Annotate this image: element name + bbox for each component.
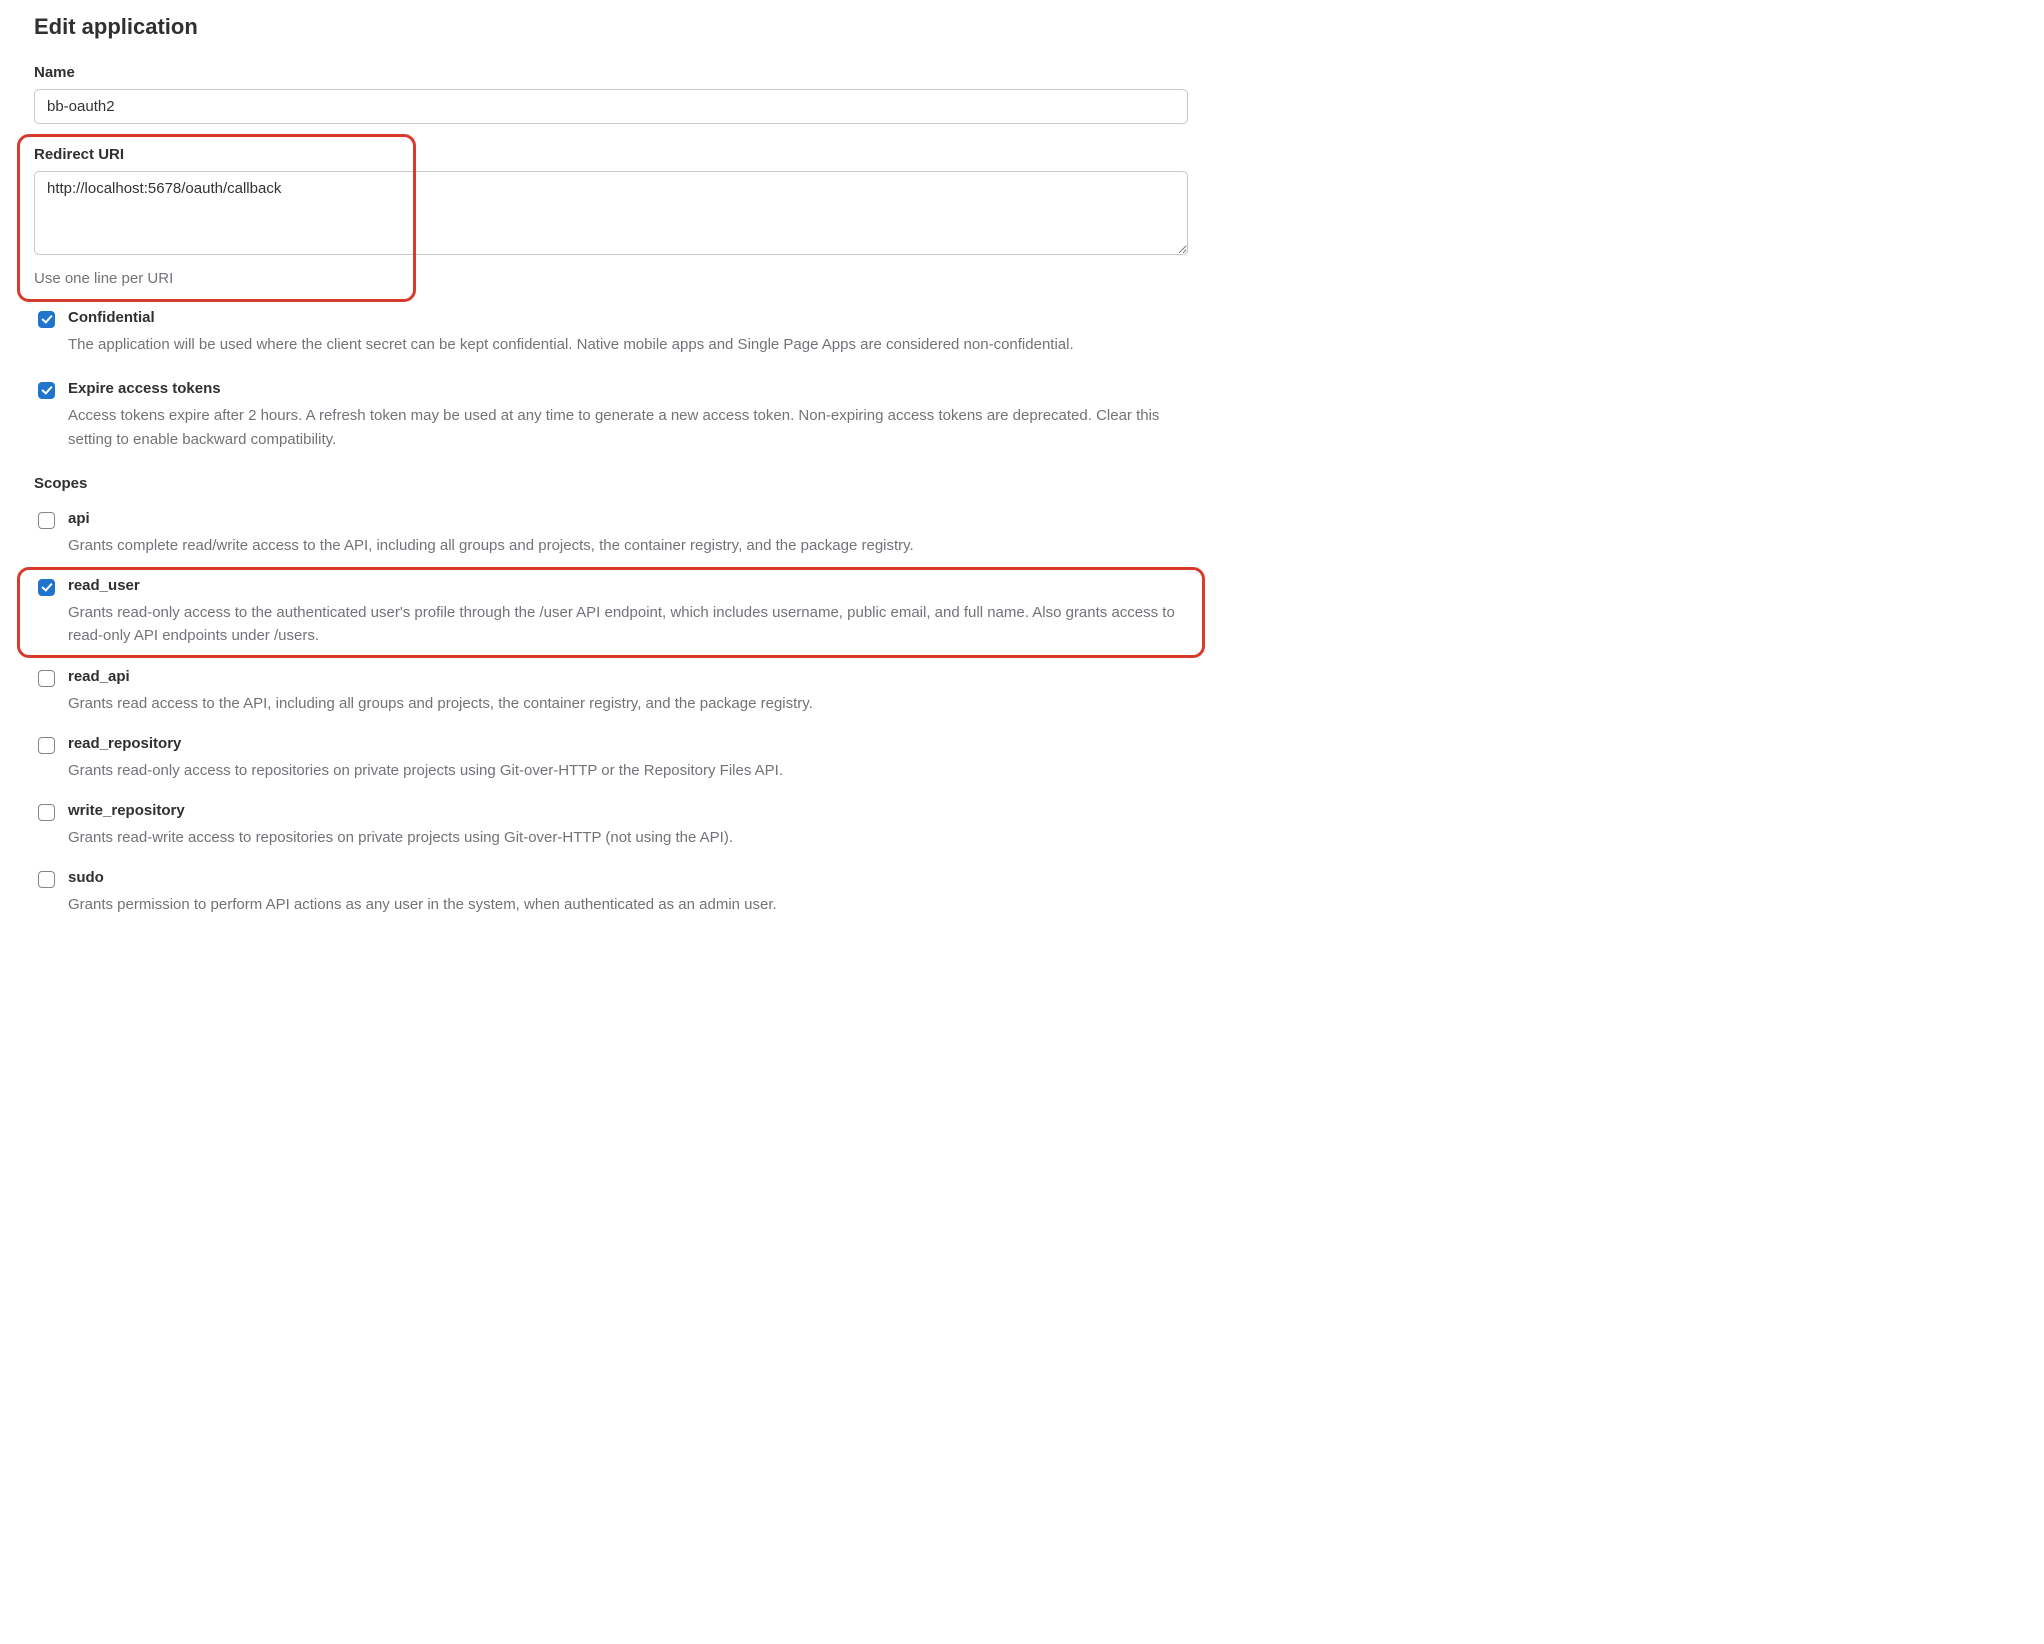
scope-checkbox-sudo[interactable] bbox=[38, 871, 55, 888]
scope-label: read_user bbox=[68, 577, 140, 594]
scope-checkbox-write_repository[interactable] bbox=[38, 804, 55, 821]
page-title: Edit application bbox=[34, 14, 1188, 40]
scope-label: api bbox=[68, 510, 90, 527]
name-label: Name bbox=[34, 64, 1188, 81]
name-input[interactable] bbox=[34, 89, 1188, 124]
scope-item-sudo: sudo Grants permission to perform API act… bbox=[34, 869, 1188, 916]
edit-application-form: Edit application Name Redirect URI Use o… bbox=[0, 0, 1222, 967]
scope-description: Grants read access to the API, including… bbox=[68, 692, 1188, 715]
scope-item-write_repository: write_repository Grants read-write access… bbox=[34, 802, 1188, 849]
redirect-uri-help: Use one line per URI bbox=[34, 270, 1188, 287]
scope-item-read_repository: read_repository Grants read-only access t… bbox=[34, 735, 1188, 782]
scope-item-api: api Grants complete read/write access to … bbox=[34, 510, 1188, 557]
scopes-list: api Grants complete read/write access to … bbox=[34, 510, 1188, 917]
confidential-checkbox[interactable] bbox=[38, 311, 55, 328]
expire-tokens-label: Expire access tokens bbox=[68, 380, 221, 397]
scope-checkbox-read_api[interactable] bbox=[38, 670, 55, 687]
scope-label: write_repository bbox=[68, 802, 185, 819]
scope-description: Grants read-only access to repositories … bbox=[68, 759, 1188, 782]
scope-checkbox-read_repository[interactable] bbox=[38, 737, 55, 754]
name-group: Name bbox=[34, 64, 1188, 124]
scopes-heading: Scopes bbox=[34, 475, 1188, 492]
scope-item-read_user: read_user Grants read-only access to the … bbox=[34, 577, 1188, 648]
scope-item-read_api: read_api Grants read access to the API, i… bbox=[34, 668, 1188, 715]
scope-description: Grants complete read/write access to the… bbox=[68, 534, 1188, 557]
expire-tokens-checkbox[interactable] bbox=[38, 382, 55, 399]
redirect-uri-label: Redirect URI bbox=[34, 146, 1188, 163]
scope-description: Grants read-only access to the authentic… bbox=[68, 601, 1188, 648]
scope-checkbox-api[interactable] bbox=[38, 512, 55, 529]
expire-tokens-option: Expire access tokens Access tokens expir… bbox=[34, 380, 1188, 451]
scope-description: Grants read-write access to repositories… bbox=[68, 826, 1188, 849]
confidential-label: Confidential bbox=[68, 309, 155, 326]
confidential-description: The application will be used where the c… bbox=[68, 333, 1188, 356]
expire-tokens-description: Access tokens expire after 2 hours. A re… bbox=[68, 404, 1188, 451]
scope-label: sudo bbox=[68, 869, 104, 886]
confidential-option: Confidential The application will be use… bbox=[34, 309, 1188, 356]
scope-label: read_repository bbox=[68, 735, 181, 752]
redirect-uri-group: Redirect URI Use one line per URI bbox=[34, 146, 1188, 287]
scope-checkbox-read_user[interactable] bbox=[38, 579, 55, 596]
redirect-uri-textarea[interactable] bbox=[34, 171, 1188, 255]
scope-label: read_api bbox=[68, 668, 130, 685]
scope-description: Grants permission to perform API actions… bbox=[68, 893, 1188, 916]
